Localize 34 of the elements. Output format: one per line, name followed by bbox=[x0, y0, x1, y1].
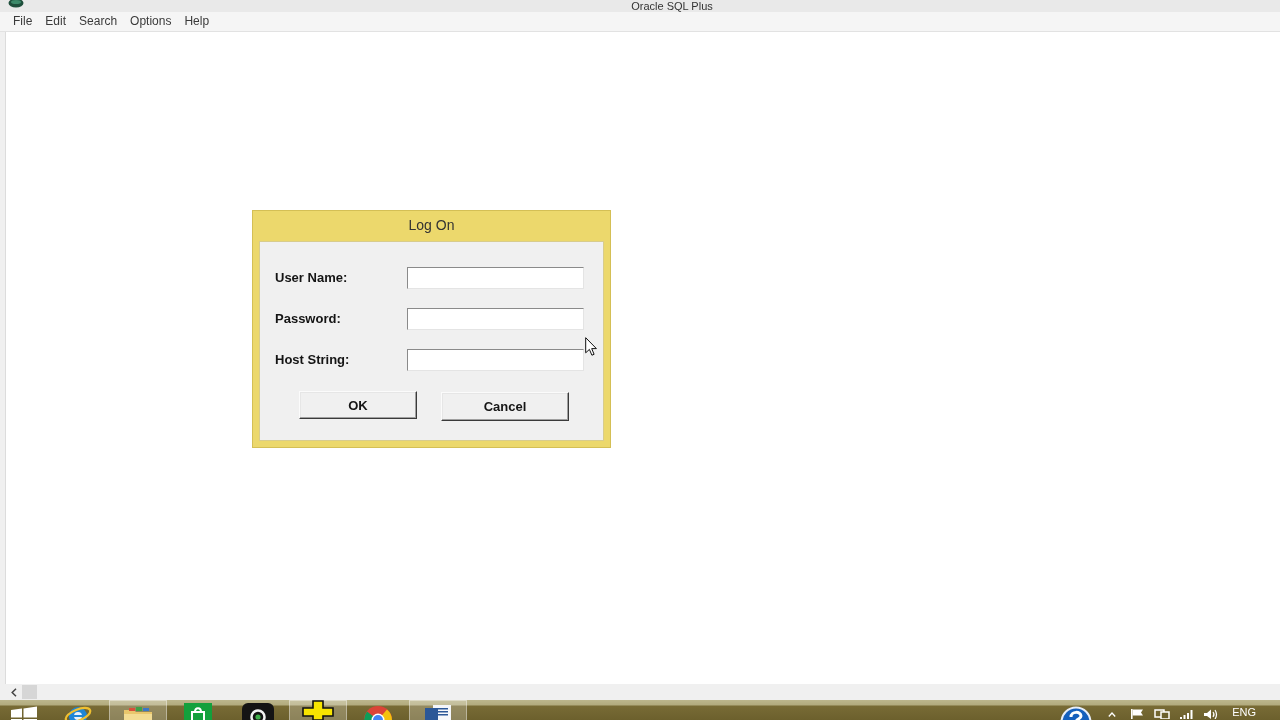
shopping-bag-icon[interactable] bbox=[184, 703, 212, 720]
round-browser-icon[interactable] bbox=[363, 705, 393, 720]
taskbar-button[interactable] bbox=[289, 700, 347, 720]
menu-item[interactable]: Search bbox=[79, 14, 118, 29]
scrollbar-thumb[interactable] bbox=[22, 685, 37, 699]
mouse-pointer-icon bbox=[585, 337, 597, 356]
input-field[interactable] bbox=[407, 308, 584, 330]
flag-icon[interactable] bbox=[1130, 709, 1145, 719]
taskbar-button[interactable] bbox=[409, 700, 467, 720]
monitor-icon[interactable] bbox=[1154, 709, 1171, 719]
menu-item[interactable]: File bbox=[13, 14, 33, 29]
cancel-button[interactable]: Cancel bbox=[441, 392, 569, 421]
menu-item[interactable]: Options bbox=[130, 14, 172, 29]
dialog-title: Log On bbox=[407, 216, 456, 235]
signal-bars-icon[interactable] bbox=[1180, 710, 1194, 719]
menu-item[interactable]: Help bbox=[184, 14, 210, 29]
document-icon bbox=[424, 705, 452, 720]
menu-item[interactable]: Edit bbox=[45, 14, 67, 29]
input-field[interactable] bbox=[407, 267, 584, 289]
field-label: Host String: bbox=[275, 352, 350, 368]
language-indicator[interactable]: ENG bbox=[1232, 705, 1256, 719]
start-icon[interactable] bbox=[11, 706, 37, 720]
field-label: Password: bbox=[275, 311, 341, 327]
camera-lens-icon[interactable] bbox=[242, 703, 274, 720]
window-title: Oracle SQL Plus bbox=[630, 0, 714, 12]
plus-icon bbox=[301, 700, 335, 720]
input-field[interactable] bbox=[407, 349, 584, 371]
chevron-up-icon[interactable] bbox=[1108, 712, 1117, 717]
field-label: User Name: bbox=[275, 270, 348, 286]
speaker-icon[interactable] bbox=[1203, 709, 1219, 719]
folder-icon bbox=[123, 706, 153, 720]
app-icon bbox=[8, 0, 24, 8]
scroll-left-icon[interactable] bbox=[11, 687, 17, 697]
ok-button[interactable]: OK bbox=[299, 391, 417, 419]
